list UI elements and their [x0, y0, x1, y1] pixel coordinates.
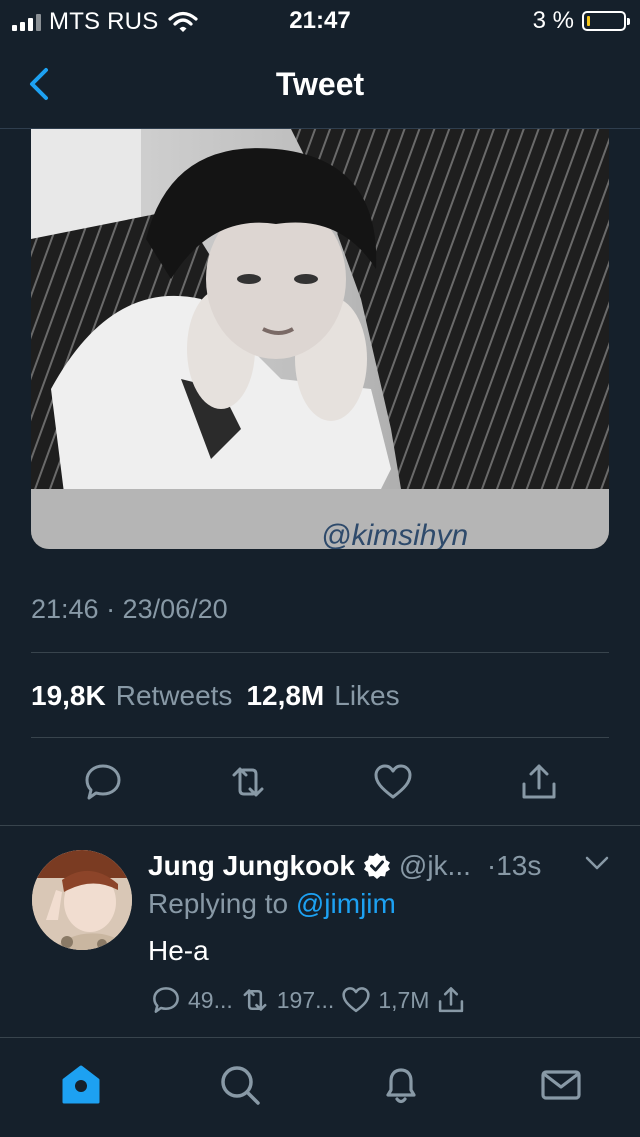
reply-tweet[interactable]: Jung Jungkook @jk... ·13s Replying to @j… [0, 826, 640, 1036]
reply-like-button[interactable]: 1,7M [340, 984, 429, 1016]
divider [31, 737, 609, 738]
reply-text: He-a [148, 935, 209, 966]
share-icon [439, 987, 464, 1013]
photo-illustration: @kimsihyn [31, 129, 609, 549]
tweet-timestamp: 21:46 · 23/06/20 [31, 594, 228, 624]
messages-envelope-icon[interactable] [538, 1062, 584, 1108]
retweets-label: Retweets [115, 680, 233, 711]
page-title: Tweet [275, 66, 365, 102]
photo-watermark: @kimsihyn [321, 519, 468, 549]
likes-label: Likes [334, 680, 400, 711]
notifications-bell-icon[interactable] [378, 1062, 424, 1108]
battery-icon [582, 11, 630, 31]
likes-count: 12,8M [246, 680, 325, 711]
status-bar: MTS RUS 21:47 3 % [0, 0, 640, 40]
retweets-count: 19,8K [31, 680, 106, 711]
reply-author-name[interactable]: Jung Jungkook [148, 850, 355, 882]
reply-author-handle: @jk... [398, 850, 471, 881]
tweet-stats: 19,8K Retweets 12,8M Likes [31, 680, 400, 712]
reply-comment-count: 49... [188, 986, 233, 1013]
chevron-down-icon[interactable] [584, 854, 610, 872]
share-icon[interactable] [517, 760, 561, 804]
tweet-actions [31, 760, 609, 804]
reply-comment-button[interactable]: 49... [150, 984, 233, 1016]
comment-icon[interactable] [81, 760, 125, 804]
nav-header: Tweet [0, 40, 640, 129]
verified-badge-icon [363, 853, 390, 879]
home-icon[interactable] [58, 1062, 104, 1108]
retweet-icon[interactable] [226, 760, 270, 804]
divider [31, 652, 609, 653]
search-icon[interactable] [217, 1062, 263, 1108]
bottom-tab-bar [0, 1037, 640, 1137]
reply-retweet-count: 197... [276, 986, 335, 1013]
comment-icon [153, 987, 179, 1013]
tweet-photo[interactable]: @kimsihyn [31, 129, 609, 549]
replying-to-prefix: Replying to [148, 888, 289, 919]
reply-like-count: 1,7M [378, 986, 430, 1013]
replying-to-line: Replying to @jimjim [148, 888, 396, 920]
reply-actions: 49... 197... 1,7M [150, 984, 479, 1016]
reply-retweet-button[interactable]: 197... [239, 984, 335, 1016]
likes-stat[interactable]: 12,8M Likes [246, 680, 399, 712]
replying-to-mention[interactable]: @jimjim [296, 888, 396, 919]
like-heart-icon [342, 987, 370, 1013]
retweet-icon [243, 989, 267, 1011]
like-heart-icon[interactable] [371, 760, 415, 804]
reply-share-button[interactable] [435, 984, 473, 1016]
avatar[interactable] [32, 850, 132, 950]
battery-percentage: 3 % [532, 7, 574, 34]
retweets-stat[interactable]: 19,8K Retweets [31, 680, 232, 712]
reply-time: ·13s [486, 850, 542, 881]
